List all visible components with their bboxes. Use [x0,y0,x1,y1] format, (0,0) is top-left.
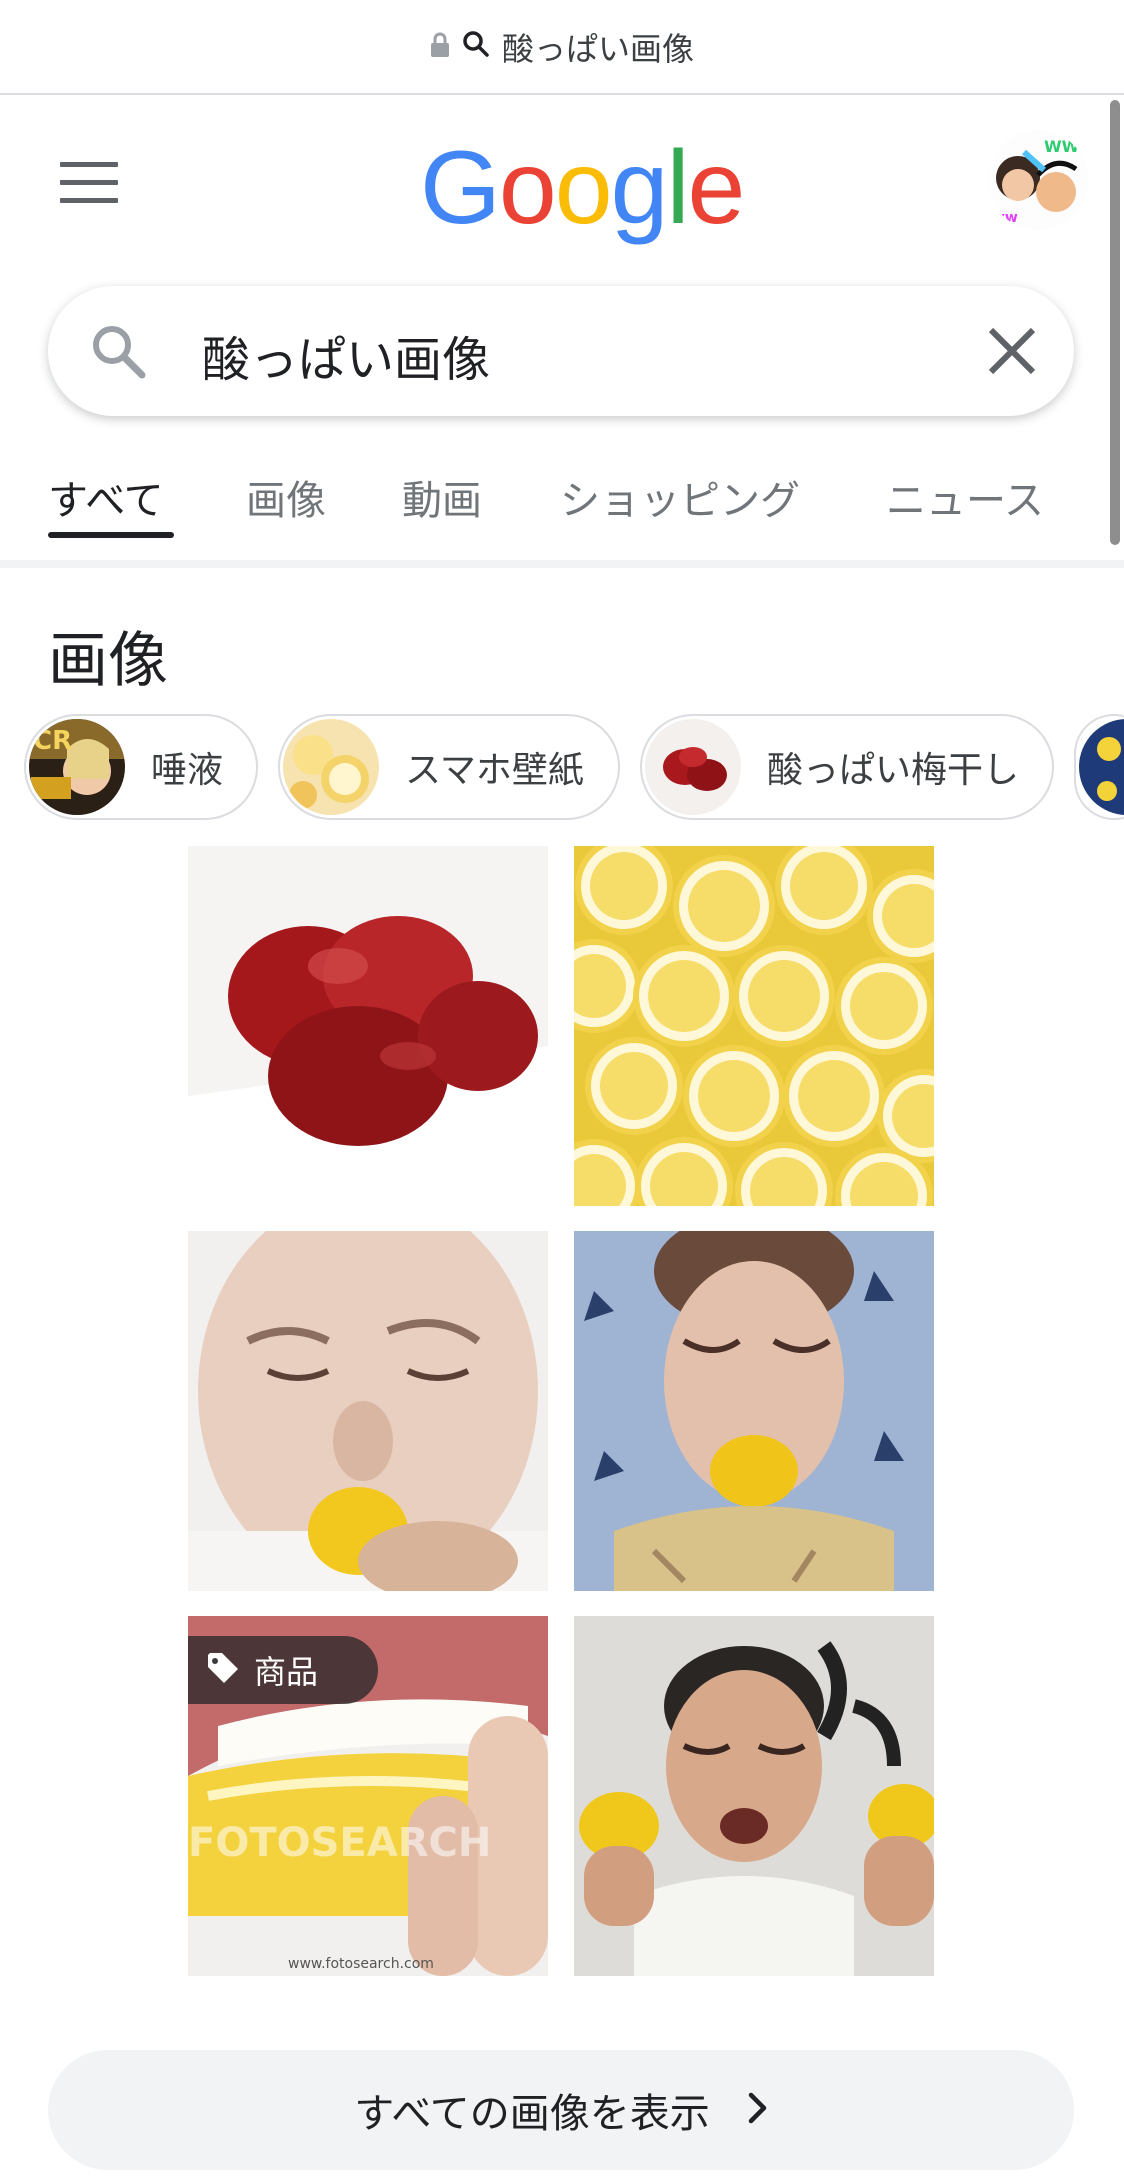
section-title: 画像 [48,626,168,696]
svg-text:ww: ww [992,210,1018,226]
svg-text:FOTOSEARCH: FOTOSEARCH [188,1820,491,1866]
lock-icon [430,28,450,66]
avatar[interactable]: WW ww [988,130,1088,230]
chip-label: スマホ壁紙 [405,750,584,791]
chip-saliva[interactable]: CR 唾液 [24,714,258,820]
svg-text:www.fotosearch.com: www.fotosearch.com [288,1956,434,1972]
svg-text:WW: WW [1044,137,1080,156]
hamburger-menu-icon[interactable] [60,162,118,204]
search-icon [462,28,490,66]
url-text: 酸っぱい画像 [501,29,694,68]
tab-videos[interactable]: 動画 [402,468,482,526]
image-man-lemon-mouth[interactable] [574,1231,934,1591]
chevron-right-icon [748,2092,768,2128]
product-badge-label: 商品 [254,1653,319,1691]
svg-text:CR: CR [33,726,72,756]
image-old-man-lemon[interactable] [188,1231,548,1591]
image-lemon-slices[interactable] [574,846,934,1206]
chip-thumbnail [1079,719,1124,815]
chip-label: 酸っぱい梅干し [767,750,1020,791]
image-man-two-lemons[interactable] [574,1616,934,1976]
google-logo[interactable]: Google [420,136,745,240]
chip-thumbnail: CR [29,719,125,815]
chip-label: 唾液 [151,750,224,791]
product-badge: 商品 [188,1636,378,1704]
search-icon[interactable] [88,321,148,381]
url-bar[interactable]: 酸っぱい画像 [0,0,1124,95]
tab-news[interactable]: ニュース [886,468,1044,526]
close-icon[interactable] [983,322,1041,380]
show-all-label: すべての画像を表示 [354,2091,710,2137]
tab-shopping[interactable]: ショッピング [560,468,800,526]
search-input[interactable]: 酸っぱい画像 [202,320,490,390]
show-all-images-button[interactable]: すべての画像を表示 [48,2050,1074,2170]
tag-icon [206,1651,240,1689]
image-umeboshi[interactable] [188,846,548,1206]
chip-thumbnail [645,719,741,815]
active-tab-indicator [48,532,174,538]
chip-more[interactable] [1074,714,1124,820]
chip-thumbnail [283,719,379,815]
chip-sour-umeboshi[interactable]: 酸っぱい梅干し [640,714,1054,820]
tab-all[interactable]: すべて [48,468,164,526]
divider [0,560,1124,568]
search-box[interactable]: 酸っぱい画像 [48,286,1074,416]
search-tabs: すべて 画像 動画 ショッピング ニュース [0,460,1124,540]
chip-phone-wallpaper[interactable]: スマホ壁紙 [278,714,620,820]
tab-images[interactable]: 画像 [246,468,326,526]
